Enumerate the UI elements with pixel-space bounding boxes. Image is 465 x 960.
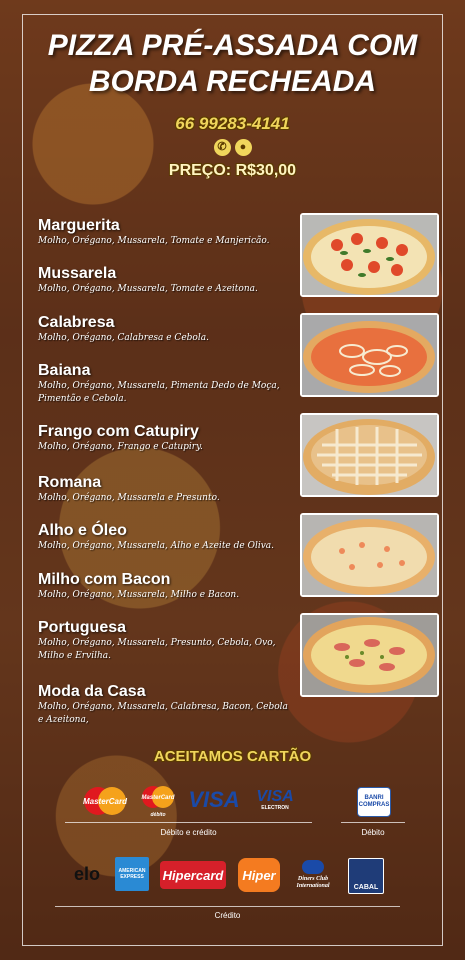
menu-item-name: Portuguesa [38,619,127,636]
pizza-photo-alho-e-oleo [300,513,439,597]
maestro-logo: MasterCard débito [138,783,178,819]
menu-item-marguerita: Marguerita Molho, Orégano, Mussarela, To… [38,216,288,248]
menu-item-name: Moda da Casa [38,683,146,700]
debit-credit-label: Débito e crédito [160,828,217,837]
pizza-photo-calabresa [300,313,439,397]
credit-divider [55,906,400,907]
menu-item-frango-com-catupiry: Frango com Catupiry Molho, Orégano, Fran… [38,422,288,454]
credit-label: Crédito [214,911,241,920]
menu-item-description: Molho, Orégano, Mussarela, Tomate e Azei… [38,284,258,294]
menu-item-name: Milho com Bacon [38,571,171,588]
phone-icon[interactable]: ✆ [213,139,231,156]
page-title-line1: PIZZA PRÉ-ASSADA COM [47,29,418,62]
payment-title: ACEITAMOS CARTÃO [153,748,312,765]
hiper-logo: Hiper [238,858,280,892]
pizza-photo-portuguesa [300,613,439,697]
diners-club-icon [302,860,324,874]
maestro-sub: débito [151,812,166,818]
pizza-photo-frango-com-catupiry [300,413,439,497]
amex-logo: AMERICAN EXPRESS [115,857,149,891]
menu-item-romana: Romana Molho, Orégano, Mussarela e Presu… [38,473,288,505]
menu-item-description: Molho, Orégano, Mussarela, Tomate e Manj… [38,236,270,246]
phone-number[interactable]: 66 99283-4141 [0,114,465,134]
mastercard-logo: MasterCard [80,785,130,817]
pizza-photo-marguerita [300,213,439,297]
elo-logo: elo [73,863,100,884]
menu-item-milho-com-bacon: Milho com Bacon Molho, Orégano, Mussarel… [38,570,288,602]
menu-item-description: Molho, Orégano, Mussarela, Presunto, Ceb… [38,638,276,661]
menu-item-name: Frango com Catupiry [38,423,199,440]
whatsapp-icon[interactable]: ● [234,139,252,156]
banricompras-logo: BANRI COMPRAS [357,787,391,817]
visa-electron-sub: ELECTRON [261,805,289,811]
menu-item-baiana: Baiana Molho, Orégano, Mussarela, Piment… [38,361,288,406]
cabal-logo: CABAL [348,858,384,894]
menu-item-description: Molho, Orégano, Mussarela, Calabresa, Ba… [38,702,288,725]
contact-icons: ✆ ● [0,137,465,156]
menu-item-name: Calabresa [38,314,115,331]
visa-electron-logo: VISA ELECTRON [250,786,300,814]
maestro-label: MasterCard [141,795,174,801]
debit-divider [341,822,405,823]
menu-item-alho-e-oleo: Alho e Óleo Molho, Orégano, Mussarela, A… [38,521,288,553]
menu-item-name: Alho e Óleo [38,522,127,539]
menu-item-description: Molho, Orégano, Mussarela e Presunto. [38,493,220,503]
hipercard-logo: Hipercard [160,861,226,889]
visa-logo: VISA [188,787,240,812]
menu-item-portuguesa: Portuguesa Molho, Orégano, Mussarela, Pr… [38,618,288,663]
visa-electron-label: VISA [256,788,294,805]
menu-page: PIZZA PRÉ-ASSADA COM BORDA RECHEADA 66 9… [0,0,465,960]
diners-club-logo: Diners Club International [290,856,336,894]
page-title-line2: BORDA RECHEADA [88,65,377,98]
menu-item-mussarela: Mussarela Molho, Orégano, Mussarela, Tom… [38,264,288,296]
menu-item-moda-da-casa: Moda da Casa Molho, Orégano, Mussarela, … [38,682,288,727]
menu-item-description: Molho, Orégano, Frango e Catupiry. [38,442,203,452]
price-label: PREÇO: R$30,00 [168,162,297,179]
menu-item-description: Molho, Orégano, Mussarela, Pimenta Dedo … [38,381,280,404]
menu-item-description: Molho, Orégano, Calabresa e Cebola. [38,333,209,343]
menu-item-description: Molho, Orégano, Mussarela, Milho e Bacon… [38,590,240,600]
debit-label: Débito [361,828,385,837]
menu-item-name: Marguerita [38,217,120,234]
debit-credit-divider [65,822,312,823]
diners-club-label: Diners Club International [296,876,330,889]
menu-item-name: Mussarela [38,265,117,282]
mastercard-label: MasterCard [83,797,128,806]
menu-item-calabresa: Calabresa Molho, Orégano, Calabresa e Ce… [38,313,288,345]
menu-item-description: Molho, Orégano, Mussarela, Alho e Azeite… [38,541,275,551]
menu-item-name: Romana [38,474,102,491]
menu-item-name: Baiana [38,362,91,379]
